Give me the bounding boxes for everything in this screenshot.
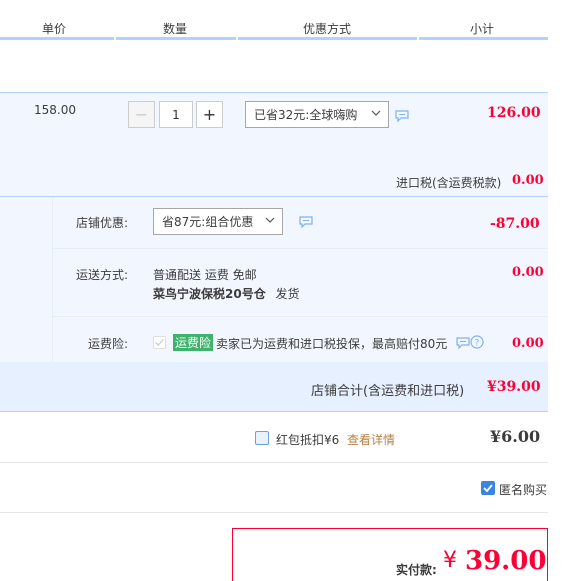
- shop-total-label: 店铺合计(含运费和进口税): [311, 384, 465, 399]
- col-quantity: 数量: [163, 22, 188, 36]
- quantity-input[interactable]: 1: [159, 101, 193, 128]
- hongbao-checkbox[interactable]: [255, 431, 269, 445]
- unit-price: 158.00: [34, 103, 76, 117]
- item-subtotal: 126.00: [487, 105, 541, 121]
- payment-currency: ¥: [443, 548, 457, 573]
- shipping-label: 运送方式:: [75, 268, 128, 282]
- shop-total-value: ¥39.00: [487, 379, 541, 395]
- table-header: 单价 数量 优惠方式 小计: [0, 0, 572, 40]
- shop-promo-select-label: 省87元:组合优惠: [162, 215, 254, 229]
- shipping-method: 普通配送 运费 免邮: [153, 268, 257, 282]
- anonymous-label: 匿名购买: [499, 483, 548, 497]
- quantity-decrease-button[interactable]: −: [128, 101, 155, 128]
- chevron-down-icon: [371, 110, 381, 116]
- hongbao-details-link[interactable]: 查看详情: [347, 431, 395, 448]
- shop-promo-select[interactable]: 省87元:组合优惠: [153, 208, 283, 235]
- checkmark-icon: [483, 484, 493, 493]
- checkmark-icon: [155, 339, 164, 346]
- insurance-tag: 运费险: [173, 334, 214, 351]
- hongbao-label: 红包抵扣¥6: [276, 433, 340, 447]
- shop-total-row: [0, 362, 548, 412]
- insurance-checkbox: [153, 336, 166, 349]
- message-icon[interactable]: [299, 216, 313, 228]
- import-tax-label: 进口税(含运费税款): [396, 176, 502, 190]
- insurance-description: 卖家已为运费和进口税投保，最高赔付80元: [216, 337, 448, 351]
- chevron-down-icon: [265, 217, 275, 223]
- anonymous-checkbox[interactable]: [481, 481, 495, 495]
- svg-text:?: ?: [475, 339, 480, 349]
- message-icon[interactable]: [395, 110, 409, 122]
- quantity-increase-button[interactable]: +: [196, 101, 223, 128]
- shipping-warehouse: 菜鸟宁波保税20号仓 发货: [153, 285, 300, 302]
- hongbao-row: [0, 413, 548, 463]
- item-discount-select[interactable]: 已省32元:全球嗨购: [245, 101, 389, 128]
- header-divider: [0, 37, 548, 40]
- import-tax-value: 0.00: [512, 173, 544, 188]
- col-subtotal: 小计: [470, 22, 495, 36]
- shipping-value: 0.00: [512, 265, 544, 280]
- col-discount: 优惠方式: [303, 22, 352, 36]
- insurance-label: 运费险:: [87, 337, 128, 351]
- message-icon[interactable]: [456, 337, 470, 349]
- warehouse-suffix: 发货: [275, 287, 300, 301]
- item-discount-select-label: 已省32元:全球嗨购: [254, 108, 358, 122]
- payment-amount: 39.00: [465, 546, 547, 576]
- shop-promo-value: -87.00: [490, 216, 540, 232]
- payment-label: 实付款:: [396, 563, 437, 577]
- anonymous-row: [0, 463, 548, 513]
- help-icon[interactable]: ?: [470, 335, 484, 349]
- hongbao-value: ¥6.00: [490, 427, 541, 446]
- col-unit-price: 单价: [42, 22, 67, 36]
- insurance-value: 0.00: [512, 336, 544, 351]
- warehouse-name: 菜鸟宁波保税20号仓: [153, 287, 266, 301]
- shop-promo-label: 店铺优惠:: [75, 216, 128, 230]
